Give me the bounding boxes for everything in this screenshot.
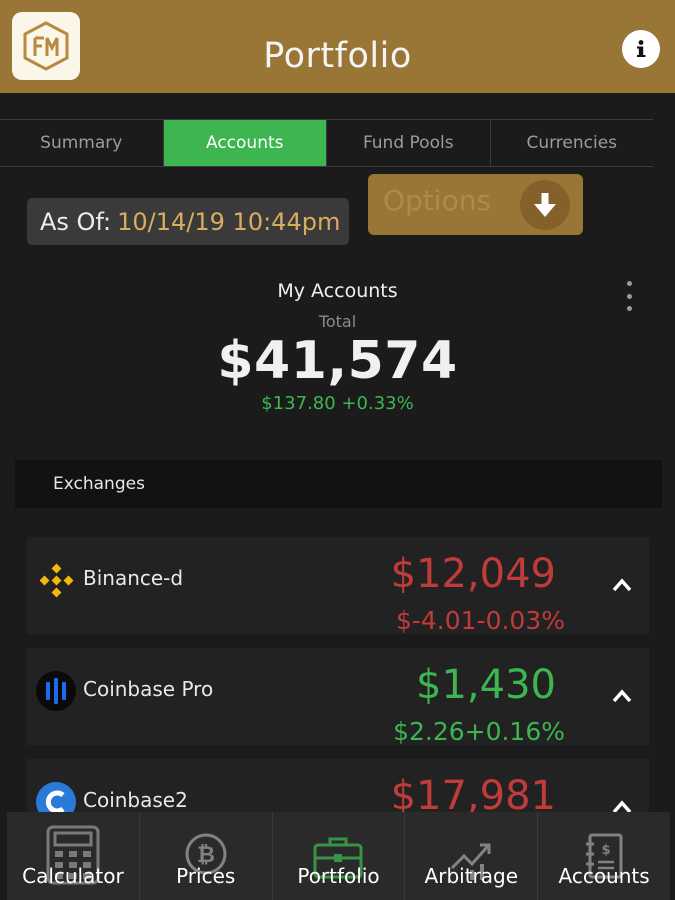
nav-label: Calculator xyxy=(22,864,124,888)
tab-bar: Summary Accounts Fund Pools Currencies xyxy=(0,119,653,167)
info-icon[interactable] xyxy=(622,30,660,68)
nav-accounts[interactable]: $ Accounts xyxy=(538,812,670,900)
exchange-value: $12,049 xyxy=(390,551,556,597)
total-value: $41,574 xyxy=(217,331,458,391)
arrow-down-icon xyxy=(520,180,570,230)
exchange-name: Coinbase2 xyxy=(83,788,188,812)
as-of-label: As Of: xyxy=(40,207,112,236)
exchange-card-binance[interactable]: Binance-d $12,049 $-4.01-0.03% xyxy=(27,537,649,635)
exchange-card-coinbase-pro[interactable]: Coinbase Pro $1,430 $2.26+0.16% xyxy=(27,648,649,746)
exchange-name: Binance-d xyxy=(83,566,184,590)
tab-accounts[interactable]: Accounts xyxy=(163,120,327,166)
exchange-change: $-4.01-0.03% xyxy=(395,606,565,635)
tab-currencies[interactable]: Currencies xyxy=(491,120,654,166)
portfolio-summary: My Accounts Total $41,574 $137.80 +0.33% xyxy=(0,280,675,414)
exchange-name: Coinbase Pro xyxy=(83,677,214,701)
page-title: Portfolio xyxy=(263,36,412,76)
chevron-up-icon[interactable] xyxy=(612,577,632,593)
exchange-change: $2.26+0.16% xyxy=(393,717,565,746)
tab-fund-pools[interactable]: Fund Pools xyxy=(327,120,491,166)
bottom-nav: Calculator ₿ Prices Portfolio Arbitrage xyxy=(7,812,670,900)
nav-calculator[interactable]: Calculator xyxy=(7,812,140,900)
total-label: Total xyxy=(318,312,357,331)
svg-text:$: $ xyxy=(602,843,611,858)
accounts-title: My Accounts xyxy=(277,280,398,302)
exchange-value: $1,430 xyxy=(416,662,556,708)
app-header: Portfolio xyxy=(0,0,675,93)
nav-label: Arbitrage xyxy=(424,864,519,888)
nav-label: Accounts xyxy=(558,864,650,888)
nav-prices[interactable]: ₿ Prices xyxy=(140,812,273,900)
exchanges-header: Exchanges xyxy=(15,460,662,508)
tab-summary[interactable]: Summary xyxy=(0,120,164,166)
more-options-icon[interactable] xyxy=(619,281,639,311)
as-of-value: 10/14/19 10:44pm xyxy=(117,207,341,236)
options-label: Options xyxy=(383,184,492,217)
coinbase-pro-icon xyxy=(35,670,77,712)
nav-label: Portfolio xyxy=(297,864,380,888)
binance-icon xyxy=(35,559,77,601)
chevron-up-icon[interactable] xyxy=(612,688,632,704)
nav-portfolio[interactable]: Portfolio xyxy=(273,812,406,900)
nav-arbitrage[interactable]: Arbitrage xyxy=(405,812,539,900)
options-button[interactable]: Options xyxy=(368,174,583,235)
nav-label: Prices xyxy=(176,864,236,888)
total-change: $137.80 +0.33% xyxy=(261,393,414,414)
as-of-box: As Of: 10/14/19 10:44pm xyxy=(27,198,349,245)
